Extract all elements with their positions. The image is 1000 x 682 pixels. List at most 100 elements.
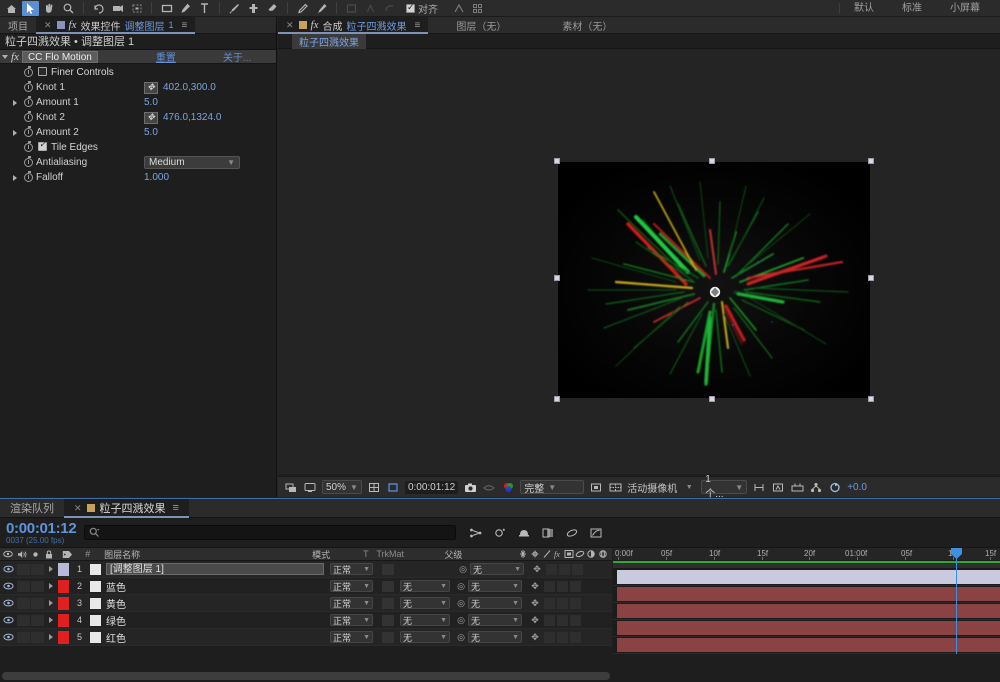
resize-handle-bl[interactable] — [554, 396, 560, 402]
orbit-camera-icon[interactable] — [90, 1, 107, 16]
timeline-jump-icon[interactable] — [790, 480, 804, 494]
tab-footage[interactable]: 素材（无） — [534, 18, 640, 33]
close-icon-comp[interactable]: ✕ — [286, 20, 294, 31]
switch-box-2[interactable] — [557, 581, 568, 592]
close-icon[interactable]: ✕ — [44, 20, 52, 31]
expand-arrow-amount1[interactable] — [0, 100, 20, 106]
tile-edges-checkbox[interactable] — [38, 142, 47, 151]
layer-bar[interactable] — [617, 638, 1000, 652]
track-matte-box[interactable] — [382, 598, 394, 609]
grid-snap-icon[interactable] — [450, 1, 467, 16]
audio-toggle[interactable] — [17, 598, 30, 609]
resize-handle-tc[interactable] — [709, 158, 715, 164]
solo-toggle[interactable] — [31, 598, 44, 609]
layer-name[interactable]: 蓝色 — [106, 579, 324, 594]
always-preview-icon[interactable] — [284, 480, 298, 494]
rectangle-tool-icon[interactable] — [158, 1, 175, 16]
expand-arrow-layer-4[interactable] — [44, 617, 58, 623]
tab-render-queue[interactable]: 渲染队列 — [0, 499, 64, 517]
motion-blur-icon[interactable] — [564, 525, 579, 540]
tile-edges-value[interactable]: Tile Edges — [38, 142, 98, 153]
region-of-interest-icon[interactable] — [386, 480, 400, 494]
track-matte-box[interactable] — [382, 632, 394, 643]
resize-handle-br[interactable] — [868, 396, 874, 402]
layer-bar[interactable] — [617, 570, 1000, 584]
parent-pickwhip-icon[interactable]: ◎ — [454, 581, 468, 592]
layer-name[interactable]: 黄色 — [106, 596, 324, 611]
property-knot-2[interactable]: Knot 2 ✥ 476.0,1324.0 — [0, 110, 276, 125]
track-matte-box[interactable] — [382, 615, 394, 626]
switch-box-1[interactable] — [544, 632, 555, 643]
layer-duration-row[interactable] — [613, 569, 1000, 586]
search-input[interactable] — [84, 525, 456, 540]
track-matte-select[interactable]: 无▼ — [400, 614, 450, 626]
comp-flowchart-icon[interactable] — [809, 480, 823, 494]
snapshot-camera-icon[interactable] — [463, 480, 477, 494]
parent-pickwhip-icon[interactable]: ◎ — [456, 564, 470, 575]
resize-handle-bc[interactable] — [709, 396, 715, 402]
track-matte-select[interactable]: 无▼ — [400, 631, 450, 643]
composition-chip[interactable]: 粒子四溅效果 — [292, 33, 366, 50]
chevron-down-icon[interactable] — [2, 55, 8, 59]
eye-icon[interactable] — [0, 599, 17, 607]
switch-box-2[interactable] — [557, 598, 568, 609]
about-link[interactable]: 关于... — [223, 49, 251, 64]
grid-guides-icon[interactable] — [367, 480, 381, 494]
col-mode[interactable]: 模式 — [306, 548, 363, 561]
layer-duration-row[interactable] — [613, 620, 1000, 637]
eye-icon[interactable] — [0, 565, 17, 573]
table-row[interactable]: 5 红色 正常▼ 无▼ ◎ 无▼ — [0, 629, 612, 646]
property-value-knot-1[interactable]: 402.0,300.0 — [163, 82, 216, 93]
dolly-camera-icon[interactable] — [128, 1, 145, 16]
parent-select[interactable]: 无▼ — [468, 631, 522, 643]
pin-switch-icon[interactable]: ✥ — [528, 598, 542, 609]
channel-rgb-icon[interactable] — [501, 480, 515, 494]
layer-duration-row[interactable] — [613, 586, 1000, 603]
track-matte-select[interactable]: 无▼ — [400, 597, 450, 609]
current-time-display[interactable]: 0:00:01:12 0037 (25.00 fps) — [0, 521, 80, 545]
workspace-tab-small-screen[interactable]: 小屏幕 — [936, 0, 994, 17]
transparency-grid-icon[interactable] — [589, 480, 603, 494]
layer-color-chip[interactable] — [58, 614, 69, 627]
exposure-value[interactable]: +0.0 — [847, 482, 867, 493]
layer-duration-row[interactable] — [613, 603, 1000, 620]
stopwatch-icon-amount1[interactable] — [20, 98, 36, 107]
layer-duration-row[interactable] — [613, 637, 1000, 654]
property-finer-controls[interactable]: Finer Controls — [0, 65, 276, 80]
layer-bar[interactable] — [617, 604, 1000, 618]
table-row[interactable]: 2 蓝色 正常▼ 无▼ ◎ 无▼ — [0, 578, 612, 595]
switch-box-1[interactable] — [546, 564, 557, 575]
switch-box-1[interactable] — [544, 615, 555, 626]
col-parent[interactable]: 父级 — [442, 548, 518, 561]
text-tool-icon[interactable] — [196, 1, 213, 16]
switch-box-3[interactable] — [570, 632, 581, 643]
expand-arrow-amount2[interactable] — [0, 130, 20, 136]
eye-icon[interactable] — [0, 633, 17, 641]
property-antialiasing[interactable]: Antialiasing Medium ▼ — [0, 155, 276, 170]
zoom-tool-icon[interactable] — [60, 1, 77, 16]
playhead[interactable] — [956, 548, 957, 654]
layer-color-chip[interactable] — [58, 631, 69, 644]
hide-shy-layers-icon[interactable] — [516, 525, 531, 540]
stopwatch-icon-tile[interactable] — [20, 143, 36, 152]
resize-handle-tl[interactable] — [554, 158, 560, 164]
eye-icon[interactable] — [0, 616, 17, 624]
property-value-falloff[interactable]: 1.000 — [144, 172, 169, 183]
pin-switch-icon[interactable]: ✥ — [530, 564, 544, 575]
parent-select[interactable]: 无▼ — [468, 597, 522, 609]
table-row[interactable]: 3 黄色 正常▼ 无▼ ◎ 无▼ — [0, 595, 612, 612]
scrollbar-thumb[interactable] — [2, 672, 610, 680]
audio-toggle[interactable] — [17, 581, 30, 592]
stopwatch-icon-amount2[interactable] — [20, 128, 36, 137]
pin-switch-icon[interactable]: ✥ — [528, 581, 542, 592]
draft-3d-icon[interactable] — [492, 525, 507, 540]
property-amount-2[interactable]: Amount 2 5.0 — [0, 125, 276, 140]
zoom-select[interactable]: 50% ▼ — [322, 480, 362, 494]
layer-color-chip[interactable] — [58, 597, 69, 610]
finer-controls-checkbox[interactable] — [38, 67, 47, 76]
panel-menu-icon-comp[interactable]: ≡ — [415, 20, 421, 31]
reset-link[interactable]: 重置 — [156, 49, 176, 64]
tab-project[interactable]: 项目 — [0, 17, 36, 33]
parent-select[interactable]: 无▼ — [470, 563, 524, 575]
panel-menu-icon[interactable]: ≡ — [182, 20, 188, 31]
